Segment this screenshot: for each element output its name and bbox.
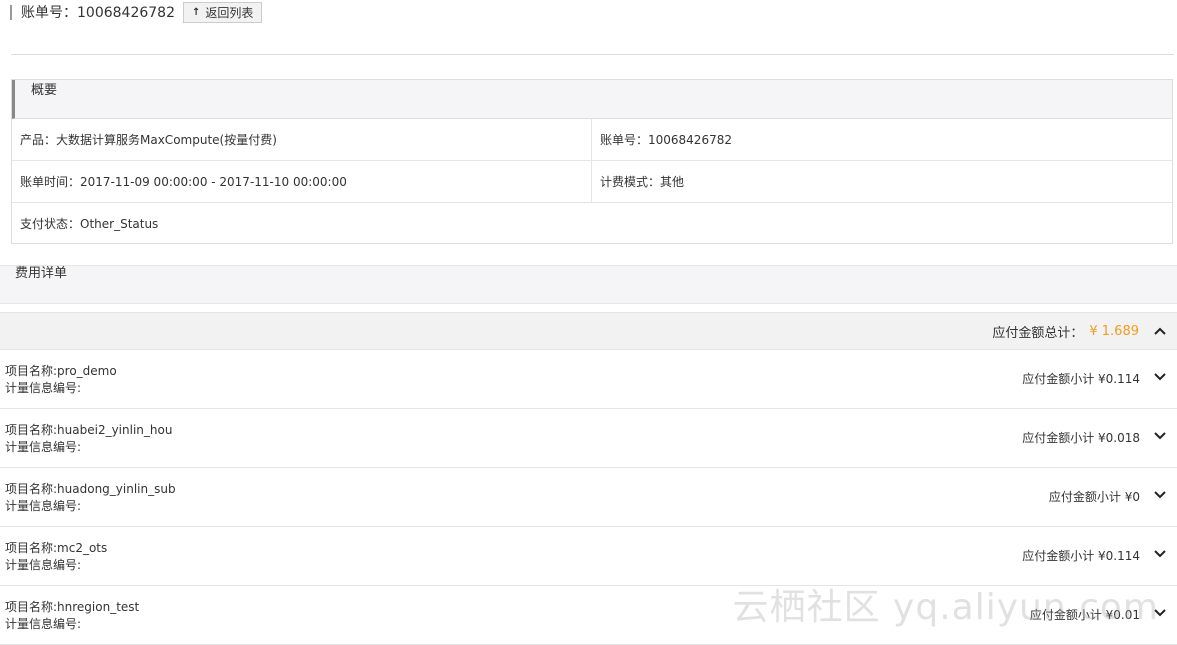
project-name: 项目名称:huabei2_yinlin_hou — [5, 423, 173, 437]
fee-item-info: 项目名称:huadong_yinlin_sub 计量信息编号: — [5, 481, 176, 515]
product-field: 产品：大数据计算服务MaxCompute(按量付费) — [12, 119, 592, 160]
summary-heading-label: 概要 — [31, 83, 58, 98]
summary-row: 产品：大数据计算服务MaxCompute(按量付费) 账单号：100684267… — [12, 119, 1172, 161]
project-name: 项目名称:huadong_yinlin_sub — [5, 482, 176, 496]
fee-item-info: 项目名称:pro_demo 计量信息编号: — [5, 363, 117, 397]
subtotal: 应付金额小计 ¥0 — [1048, 490, 1140, 504]
chevron-down-icon[interactable] — [1153, 429, 1167, 443]
fee-item-info: 项目名称:huabei2_yinlin_hou 计量信息编号: — [5, 422, 172, 456]
project-name: 项目名称:mc2_ots — [5, 541, 108, 555]
back-to-list-label: 返回列表 — [205, 5, 254, 20]
fee-detail-heading: 费用详单 — [0, 265, 1177, 304]
project-name: 项目名称:pro_demo — [5, 364, 117, 378]
meter-info: 计量信息编号: — [5, 381, 82, 395]
meter-info: 计量信息编号: — [5, 499, 82, 513]
subtotal: 应付金额小计 ¥0.114 — [1022, 549, 1140, 563]
fee-detail-heading-label: 费用详单 — [15, 266, 68, 281]
subtotal: 应付金额小计 ¥0.01 — [1029, 608, 1140, 622]
page-header: 账单号：10068426782 ↑ 返回列表 — [10, 0, 263, 24]
total-amount-value: ¥ 1.689 — [1089, 323, 1139, 339]
chevron-up-icon[interactable] — [1153, 324, 1167, 338]
bill-number-title: 账单号：10068426782 — [21, 5, 175, 21]
bill-time-field: 账单时间：2017-11-09 00:00:00 - 2017-11-10 00… — [12, 161, 592, 202]
header-divider — [11, 54, 1174, 55]
summary-panel: 概要 产品：大数据计算服务MaxCompute(按量付费) 账单号：100684… — [11, 79, 1173, 244]
bill-number-field: 账单号：10068426782 — [600, 133, 732, 147]
project-name: 项目名称:hnregion_test — [5, 600, 140, 614]
fee-item[interactable]: 项目名称:huadong_yinlin_sub 计量信息编号: 应付金额小计 ¥… — [0, 468, 1177, 527]
summary-heading: 概要 — [12, 80, 1172, 119]
header-accent-bar — [10, 4, 12, 20]
fee-item[interactable]: 项目名称:huabei2_yinlin_hou 计量信息编号: 应付金额小计 ¥… — [0, 409, 1177, 468]
summary-row: 账单时间：2017-11-09 00:00:00 - 2017-11-10 00… — [12, 161, 1172, 203]
summary-row: 支付状态：Other_Status — [12, 203, 1172, 244]
total-amount-label: 应付金额总计： — [992, 325, 1084, 341]
subtotal: 应付金额小计 ¥0.018 — [1022, 431, 1140, 445]
billing-mode-field: 计费模式：其他 — [600, 175, 685, 189]
fee-item[interactable]: 项目名称:pro_demo 计量信息编号: 应付金额小计 ¥0.114 — [0, 350, 1177, 409]
meter-info: 计量信息编号: — [5, 617, 82, 631]
up-arrow-icon: ↑ — [191, 6, 201, 18]
chevron-down-icon[interactable] — [1153, 606, 1167, 620]
back-to-list-button[interactable]: ↑ 返回列表 — [182, 1, 263, 23]
fee-item[interactable]: 项目名称:mc2_ots 计量信息编号: 应付金额小计 ¥0.114 — [0, 527, 1177, 586]
fee-item-list: 项目名称:pro_demo 计量信息编号: 应付金额小计 ¥0.114 项目名称… — [0, 350, 1177, 645]
chevron-down-icon[interactable] — [1153, 547, 1167, 561]
chevron-down-icon[interactable] — [1153, 370, 1167, 384]
subtotal: 应付金额小计 ¥0.114 — [1022, 372, 1140, 386]
total-amount-bar[interactable]: 应付金额总计： ¥ 1.689 — [0, 312, 1177, 350]
chevron-down-icon[interactable] — [1153, 488, 1167, 502]
meter-info: 计量信息编号: — [5, 558, 82, 572]
pay-status-field: 支付状态：Other_Status — [20, 217, 159, 231]
fee-item[interactable]: 项目名称:hnregion_test 计量信息编号: 应付金额小计 ¥0.01 — [0, 586, 1177, 645]
fee-item-info: 项目名称:hnregion_test 计量信息编号: — [5, 599, 139, 633]
fee-item-info: 项目名称:mc2_ots 计量信息编号: — [5, 540, 107, 574]
meter-info: 计量信息编号: — [5, 440, 82, 454]
